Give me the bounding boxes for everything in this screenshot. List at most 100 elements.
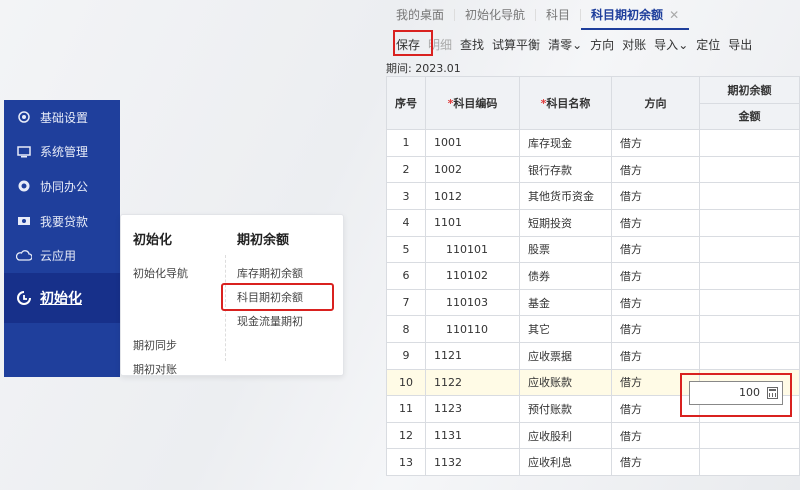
- table-row[interactable]: 8 110110 其它 借方: [386, 315, 800, 343]
- submenu-heading: 期初余额: [237, 233, 290, 248]
- close-icon[interactable]: ✕: [669, 8, 679, 22]
- init-icon: [16, 290, 32, 306]
- cell-direction: 借方: [611, 448, 700, 476]
- cell-no: 4: [386, 208, 426, 237]
- cell-no: 11: [386, 395, 426, 423]
- cell-amount[interactable]: [699, 262, 800, 290]
- cell-amount[interactable]: [699, 448, 800, 476]
- calculator-icon[interactable]: [767, 387, 778, 399]
- cell-direction: 借方: [611, 235, 700, 264]
- table-row[interactable]: 6 110102 债券 借方: [386, 262, 800, 290]
- submenu-item-cashflow-opening[interactable]: 现金流量期初: [237, 310, 303, 334]
- cell-name: 预付账款: [519, 395, 612, 423]
- cell-no: 3: [386, 182, 426, 210]
- table-row[interactable]: 9 1121 应收票据 借方: [386, 341, 800, 370]
- cell-code: 1002: [425, 155, 520, 184]
- table-row[interactable]: 12 1131 应收股利 借方: [386, 421, 800, 450]
- cell-amount[interactable]: [699, 129, 800, 157]
- cell-code: 1012: [425, 182, 520, 210]
- submenu-column-init: 初始化 初始化导航 期初同步 期初对账: [133, 229, 188, 382]
- collab-icon: [16, 178, 32, 194]
- sidebar-item-initialization[interactable]: 初始化: [4, 272, 120, 323]
- trial-balance-button[interactable]: 试算平衡: [488, 36, 544, 53]
- cell-direction: 借方: [611, 208, 700, 237]
- sidebar-item-basic-settings[interactable]: 基础设置: [4, 100, 120, 135]
- cell-no: 10: [386, 368, 426, 397]
- cell-name: 应收股利: [519, 421, 612, 450]
- highlight-box: [221, 283, 334, 311]
- highlight-box: [393, 30, 433, 56]
- sidebar-item-system-management[interactable]: 系统管理: [4, 135, 120, 170]
- table-row[interactable]: 4 1101 短期投资 借方: [386, 208, 800, 237]
- cell-direction: 借方: [611, 421, 700, 450]
- cell-amount[interactable]: [699, 421, 800, 450]
- cell-no: 2: [386, 155, 426, 184]
- cell-name: 库存现金: [519, 129, 612, 157]
- sidebar: 基础设置 系统管理 协同办公 我要贷款 云应用 初始化: [4, 100, 120, 377]
- cell-amount[interactable]: [699, 235, 800, 264]
- tab-accounts[interactable]: 科目: [536, 0, 580, 30]
- chevron-down-icon: ⌄: [572, 37, 583, 52]
- cell-code: 110110: [425, 315, 520, 343]
- direction-button[interactable]: 方向: [586, 36, 618, 53]
- sidebar-item-label: 协同办公: [40, 179, 89, 194]
- submenu-item-init-guide[interactable]: 初始化导航: [133, 262, 188, 286]
- initialization-submenu: 初始化 初始化导航 期初同步 期初对账 期初余额 库存期初余额 科目期初余额 现…: [120, 214, 344, 376]
- tab-desktop[interactable]: 我的桌面: [386, 0, 454, 30]
- cell-amount[interactable]: [699, 315, 800, 343]
- cell-direction: 借方: [611, 341, 700, 370]
- table-row[interactable]: 1 1001 库存现金 借方: [386, 129, 800, 157]
- cell-code: 1132: [425, 448, 520, 476]
- period-label: 期间: 2023.01: [386, 62, 461, 75]
- cell-amount[interactable]: [699, 155, 800, 184]
- col-header-amount: 金额: [699, 102, 800, 131]
- cell-no: 13: [386, 448, 426, 476]
- col-header-name: *科目名称: [519, 75, 612, 131]
- submenu-heading: 初始化: [133, 233, 173, 248]
- cell-name: 短期投资: [519, 208, 612, 237]
- table-row[interactable]: 2 1002 银行存款 借方: [386, 155, 800, 184]
- sidebar-item-collaboration[interactable]: 协同办公: [4, 169, 120, 204]
- submenu-item-opening-sync[interactable]: 期初同步: [133, 334, 188, 358]
- cell-name: 其它: [519, 315, 612, 343]
- locate-button[interactable]: 定位: [692, 36, 724, 53]
- table-row[interactable]: 13 1132 应收利息 借方: [386, 448, 800, 476]
- cell-amount[interactable]: [699, 182, 800, 210]
- cell-code: 1101: [425, 208, 520, 237]
- col-header-direction: 方向: [611, 75, 700, 131]
- cell-code: 110102: [425, 262, 520, 290]
- cell-name: 股票: [519, 235, 612, 264]
- submenu-column-opening-balance: 期初余额 库存期初余额 科目期初余额 现金流量期初: [237, 229, 303, 334]
- loan-icon: [16, 213, 32, 229]
- sidebar-item-cloud-apps[interactable]: 云应用: [4, 238, 120, 273]
- import-label: 导入: [654, 37, 679, 52]
- cell-code: 1123: [425, 395, 520, 423]
- settings-icon: [16, 109, 32, 125]
- tab-account-opening-balance[interactable]: 科目期初余额 ✕: [581, 0, 690, 30]
- cell-direction: 借方: [611, 182, 700, 210]
- cell-code: 1122: [425, 368, 520, 397]
- toolbar: 保存 明细 查找 试算平衡 清零⌄ 方向 对账 导入⌄ 定位 导出: [392, 31, 800, 57]
- col-header-opening-balance: 期初余额: [699, 76, 800, 104]
- import-button[interactable]: 导入⌄: [650, 36, 692, 53]
- find-button[interactable]: 查找: [456, 36, 488, 53]
- cell-direction: 借方: [611, 129, 700, 157]
- col-header-code: *科目编码: [425, 75, 520, 131]
- cell-direction: 借方: [611, 288, 700, 317]
- submenu-item-opening-reconcile[interactable]: 期初对账: [133, 358, 188, 382]
- cell-amount[interactable]: [699, 288, 800, 317]
- sidebar-item-label: 初始化: [40, 290, 82, 307]
- cloud-icon: [16, 248, 32, 264]
- cell-no: 7: [386, 288, 426, 317]
- table-row[interactable]: 3 1012 其他货币资金 借方: [386, 182, 800, 210]
- table-row[interactable]: 5 110101 股票 借方: [386, 235, 800, 264]
- clear-button[interactable]: 清零⌄: [544, 36, 586, 53]
- export-button[interactable]: 导出: [724, 36, 756, 53]
- cell-amount[interactable]: [699, 341, 800, 370]
- reconcile-button[interactable]: 对账: [618, 36, 650, 53]
- tab-init-guide[interactable]: 初始化导航: [455, 0, 535, 30]
- sidebar-item-loan[interactable]: 我要贷款: [4, 204, 120, 239]
- cell-amount[interactable]: [699, 208, 800, 237]
- cell-no: 6: [386, 262, 426, 290]
- table-row[interactable]: 7 110103 基金 借方: [386, 288, 800, 317]
